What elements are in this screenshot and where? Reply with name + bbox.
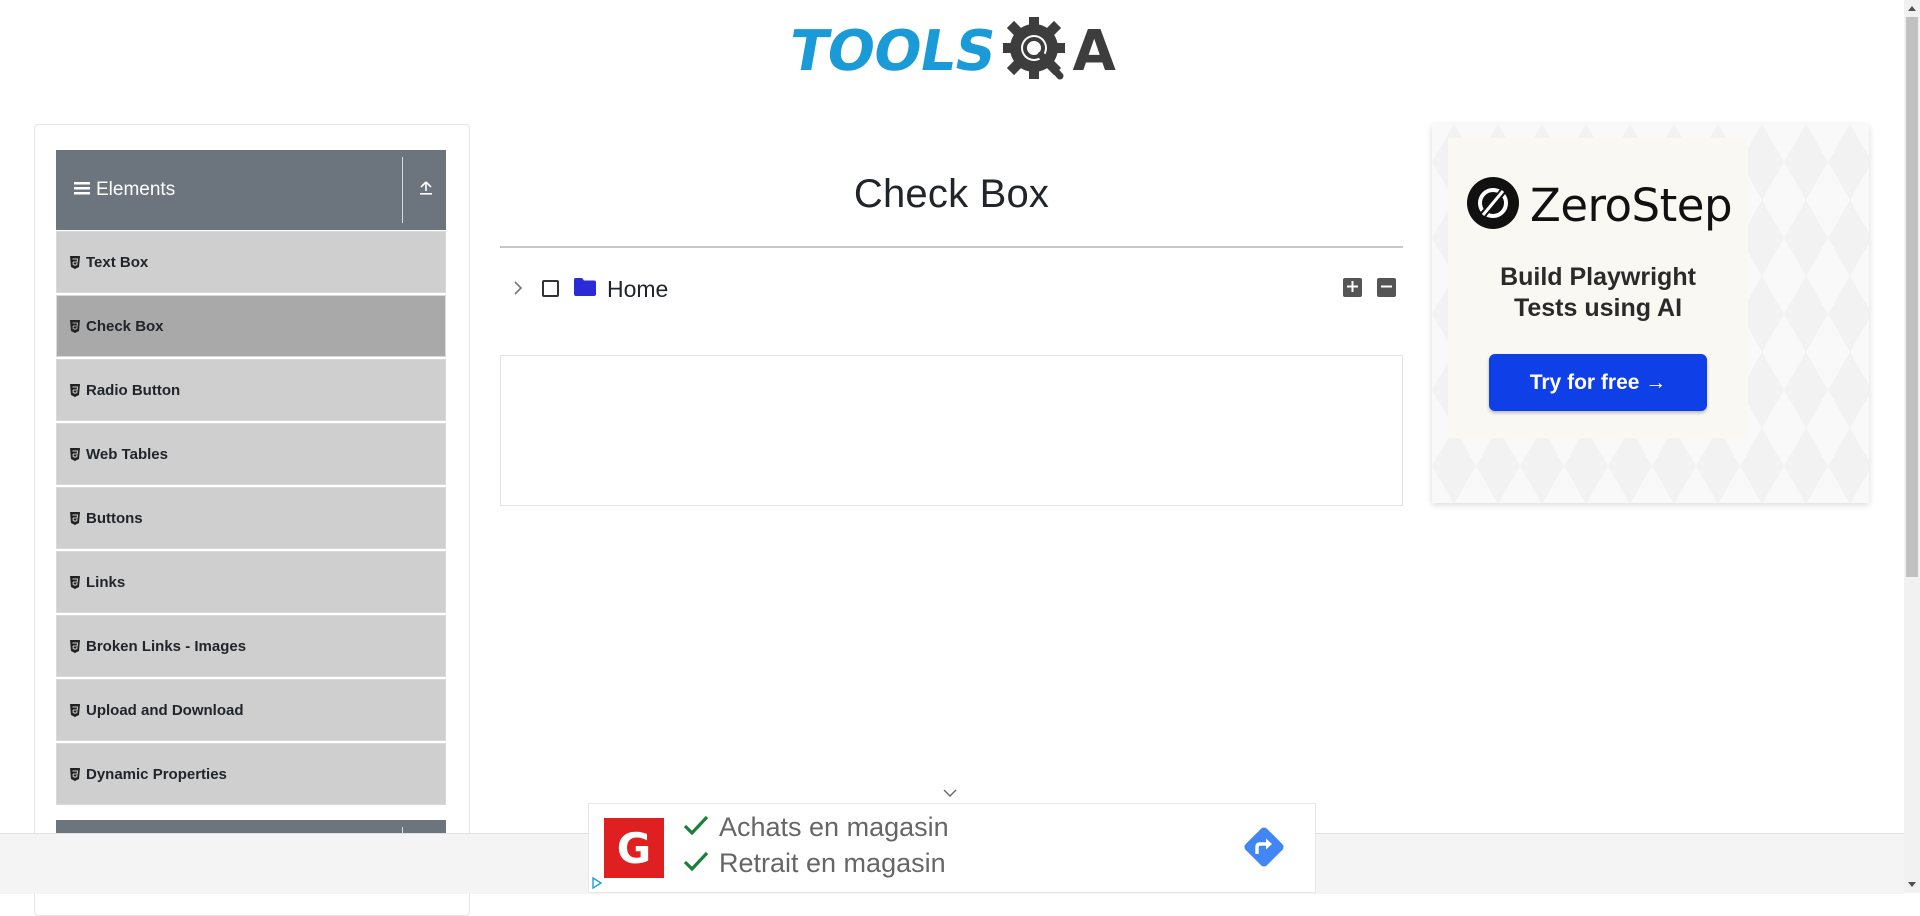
sidebar-item-text-box[interactable]: Text Box <box>56 231 446 293</box>
tree-node-label[interactable]: Home <box>607 276 668 303</box>
html5-icon <box>70 511 80 525</box>
html5-icon <box>70 255 80 269</box>
html5-icon <box>70 447 80 461</box>
sidebar-item-check-box[interactable]: Check Box <box>56 295 446 357</box>
scroll-down-arrow-icon[interactable] <box>1904 877 1920 893</box>
scroll-up-arrow-icon[interactable] <box>1904 0 1920 16</box>
sidebar-item-label: Links <box>86 573 126 591</box>
page-title: Check Box <box>853 172 1050 216</box>
html5-icon <box>70 703 80 717</box>
sidebar-item-label: Radio Button <box>86 381 181 399</box>
sidebar-item-upload-download[interactable]: Upload and Download <box>56 679 446 741</box>
html5-icon <box>70 767 80 781</box>
directions-button[interactable] <box>1239 822 1289 872</box>
plus-icon <box>1347 279 1358 297</box>
checkmark-icon <box>683 812 709 843</box>
bottom-banner-ad[interactable]: G Achats en magasin Retrait en magasin <box>588 803 1316 893</box>
collapse-group-button[interactable] <box>405 150 446 230</box>
toolsqa-logo[interactable]: TOOLS A <box>784 12 1120 93</box>
ad-tagline: Build Playwright Tests using AI <box>1448 262 1748 324</box>
directions-icon <box>1239 827 1289 876</box>
ad-line-2: Retrait en magasin <box>683 848 946 879</box>
sidebar-item-label: Broken Links - Images <box>86 637 247 655</box>
ad-tagline-line1: Build Playwright <box>1500 263 1696 291</box>
tree-node-home: Home <box>500 272 1403 308</box>
expand-all-button[interactable] <box>1343 278 1362 297</box>
sidebar-item-label: Upload and Download <box>86 701 244 719</box>
ad-line-1: Achats en magasin <box>683 812 949 843</box>
ad-tagline-line2: Tests using AI <box>1513 294 1683 322</box>
folder-icon <box>574 278 596 301</box>
adchoices-icon[interactable] <box>591 876 603 890</box>
result-panel <box>500 355 1403 506</box>
sidebar-item-label: Web Tables <box>86 445 168 463</box>
html5-icon <box>70 575 80 589</box>
minus-icon <box>1381 279 1392 297</box>
sidebar-item-label: Dynamic Properties <box>86 765 227 783</box>
ad-logo: ZeroStep <box>1466 176 1733 235</box>
group-header-elements[interactable]: Elements <box>56 150 446 230</box>
ad-collapse-button[interactable] <box>940 786 960 800</box>
html5-icon <box>70 383 80 397</box>
html5-icon <box>70 319 80 333</box>
sidebar-item-label: Text Box <box>86 253 149 271</box>
elements-menu-list: Text Box Check Box Radio Button Web Tabl… <box>56 231 446 807</box>
title-divider <box>500 246 1403 248</box>
collapse-all-button[interactable] <box>1377 278 1396 297</box>
chevron-down-icon <box>943 784 957 802</box>
home-checkbox[interactable] <box>542 280 559 297</box>
sidebar-item-dynamic-properties[interactable]: Dynamic Properties <box>56 743 446 805</box>
chevron-right-icon <box>513 280 523 300</box>
sidebar-item-web-tables[interactable]: Web Tables <box>56 423 446 485</box>
hamburger-icon <box>74 179 90 201</box>
logo-text-tools: TOOLS <box>784 19 1001 84</box>
zerostep-logo-icon <box>1466 176 1520 235</box>
ad-card: ZeroStep Build Playwright Tests using AI… <box>1448 138 1748 438</box>
gear-magnifier-icon <box>996 12 1080 93</box>
zerostep-ad[interactable]: ZeroStep Build Playwright Tests using AI… <box>1432 124 1869 503</box>
ad-line-1-text: Achats en magasin <box>719 812 949 842</box>
expand-toggle-button[interactable] <box>508 278 528 302</box>
ad-line-2-text: Retrait en magasin <box>719 848 946 878</box>
ad-brand-name: ZeroStep <box>1530 179 1733 232</box>
logo-text-a: A <box>1072 19 1115 84</box>
sidebar-item-label: Buttons <box>86 509 143 527</box>
sidebar-item-broken-links[interactable]: Broken Links - Images <box>56 615 446 677</box>
sidebar-item-label: Check Box <box>86 317 164 335</box>
html5-icon <box>70 639 80 653</box>
sidebar-item-buttons[interactable]: Buttons <box>56 487 446 549</box>
upload-arrow-icon <box>418 180 434 201</box>
checkmark-icon <box>683 848 709 879</box>
try-for-free-button[interactable]: Try for free → <box>1489 354 1707 411</box>
group-title: Elements <box>96 179 176 200</box>
sidebar-item-links[interactable]: Links <box>56 551 446 613</box>
scrollbar-thumb[interactable] <box>1906 17 1918 577</box>
header-divider <box>402 157 403 223</box>
sidebar-item-radio-button[interactable]: Radio Button <box>56 359 446 421</box>
left-sidebar: Elements Text Box Check Box Radio Button… <box>34 124 470 916</box>
vertical-scrollbar[interactable] <box>1904 0 1920 893</box>
ad-store-logo: G <box>604 818 664 878</box>
